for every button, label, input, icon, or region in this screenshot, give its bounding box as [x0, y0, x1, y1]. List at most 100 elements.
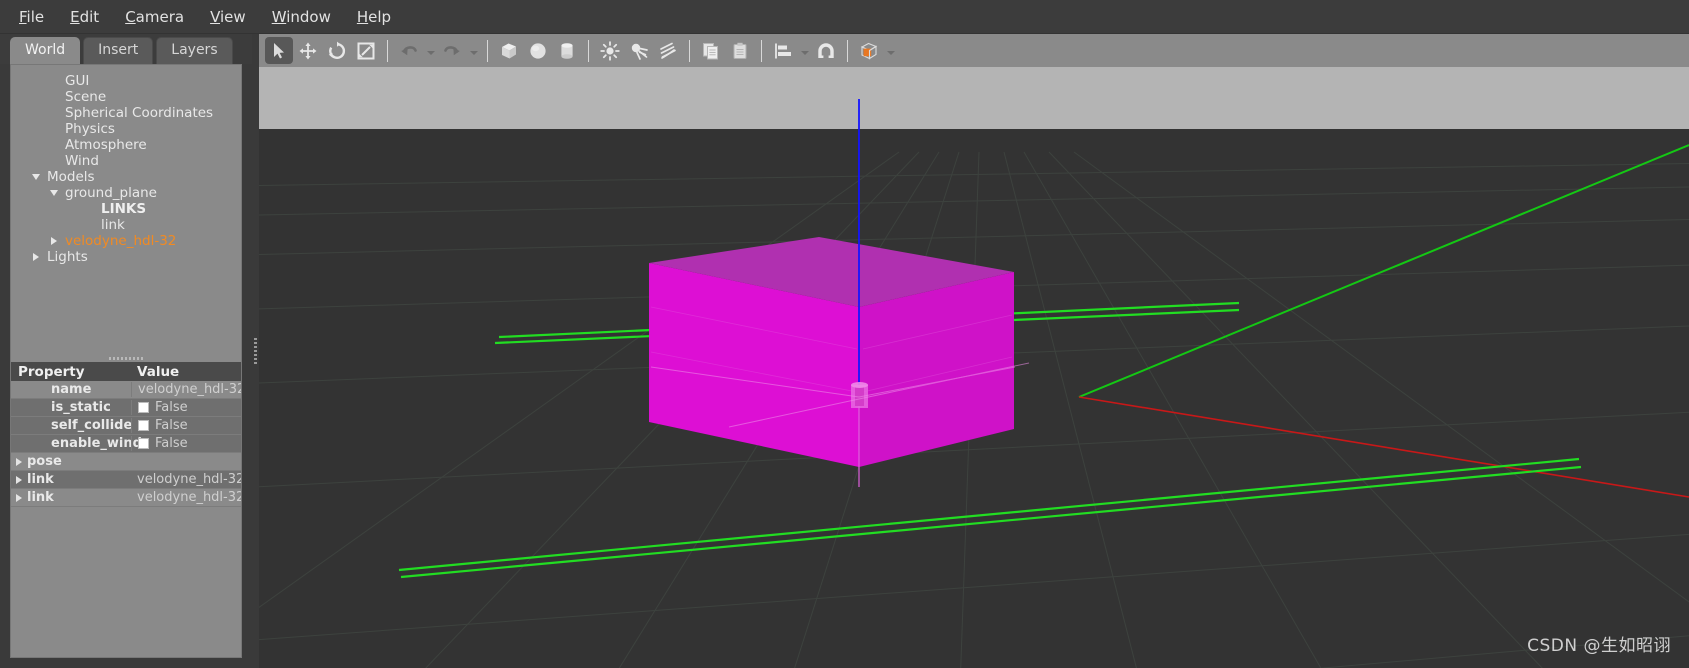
- tree-item-atmosphere[interactable]: Atmosphere: [11, 137, 241, 153]
- property-name: name: [51, 382, 92, 397]
- tree-item-gui[interactable]: GUI: [11, 73, 241, 89]
- property-name-cell: self_collide: [11, 418, 133, 433]
- tree-item-label: Physics: [65, 121, 115, 137]
- tab-layers[interactable]: Layers: [156, 36, 233, 64]
- chevron-right-icon[interactable]: [11, 493, 27, 502]
- property-row-self_collide[interactable]: self_collide False: [11, 417, 241, 435]
- chevron-down-icon[interactable]: [29, 174, 43, 180]
- property-name-cell: is_static: [11, 400, 131, 415]
- redo-dropdown[interactable]: [467, 37, 480, 64]
- view-dropdown[interactable]: [884, 37, 897, 64]
- tree-item-label: Lights: [47, 249, 88, 265]
- tree-item-lights[interactable]: Lights: [11, 249, 241, 265]
- select-mode[interactable]: [265, 37, 293, 64]
- tab-world[interactable]: World: [10, 36, 81, 64]
- copy-button[interactable]: [697, 37, 725, 64]
- render-viewport[interactable]: CSDN @生如昭诩: [259, 67, 1689, 668]
- translate-mode[interactable]: [294, 37, 322, 64]
- property-table-header: Property Value: [11, 362, 241, 381]
- align-button[interactable]: [769, 37, 797, 64]
- property-row-link[interactable]: link velodyne_hdl-32:...: [11, 489, 241, 507]
- tree-item-label: Atmosphere: [65, 137, 147, 153]
- tree-item-velodyne-hdl-32[interactable]: velodyne_hdl-32: [11, 233, 241, 249]
- menu-file[interactable]: File: [6, 4, 57, 30]
- property-row-name[interactable]: name velodyne_hdl-32: [11, 381, 241, 399]
- menu-edit[interactable]: Edit: [57, 4, 112, 30]
- snap-button[interactable]: [812, 37, 840, 64]
- paste-button[interactable]: [726, 37, 754, 64]
- tree-item-wind[interactable]: Wind: [11, 153, 241, 169]
- property-value-cell[interactable]: False: [131, 418, 241, 433]
- property-name-cell: pose: [11, 454, 131, 469]
- property-value-cell[interactable]: False: [131, 436, 241, 451]
- cursor-arrow-icon: [269, 41, 289, 61]
- undo-button[interactable]: [395, 37, 423, 64]
- property-value-text: velodyne_hdl-32:...: [137, 472, 241, 487]
- tree-item-links[interactable]: LINKS: [11, 201, 241, 217]
- align-icon: [773, 41, 793, 61]
- tree-item-label: Scene: [65, 89, 107, 105]
- insert-spot-light[interactable]: [625, 37, 653, 64]
- panel-viewport-splitter[interactable]: [252, 34, 259, 668]
- chevron-right-icon[interactable]: [11, 457, 27, 466]
- property-row-link[interactable]: link velodyne_hdl-32:...: [11, 471, 241, 489]
- tree-item-label: Wind: [65, 153, 99, 169]
- velodyne-sensor-cylinder-icon: [851, 382, 868, 408]
- scale-mode[interactable]: [352, 37, 380, 64]
- property-name: self_collide: [51, 418, 133, 433]
- tree-item-models[interactable]: Models: [11, 169, 241, 185]
- property-value-cell[interactable]: False: [131, 400, 241, 415]
- menu-window[interactable]: Window: [259, 4, 344, 30]
- tree-item-ground-plane[interactable]: ground_plane: [11, 185, 241, 201]
- property-name-cell: enable_wind: [11, 436, 142, 451]
- y-axis-line: [1078, 144, 1689, 398]
- chevron-right-icon[interactable]: [47, 237, 61, 245]
- tree-item-label: Models: [47, 169, 95, 185]
- checkbox-is_static[interactable]: [138, 402, 149, 413]
- menu-help[interactable]: Help: [344, 4, 404, 30]
- property-name-cell: link: [11, 472, 131, 487]
- insert-sphere[interactable]: [524, 37, 552, 64]
- menu-camera[interactable]: Camera: [112, 4, 197, 30]
- chevron-right-icon[interactable]: [29, 253, 43, 261]
- wireframe-cube-icon: [859, 41, 879, 61]
- property-row-enable_wind[interactable]: enable_wind False: [11, 435, 241, 453]
- viewport-area: CSDN @生如昭诩: [259, 34, 1689, 668]
- separator-1: [387, 39, 388, 62]
- rotate-icon: [327, 41, 347, 61]
- tab-insert[interactable]: Insert: [83, 36, 154, 64]
- main-toolbar: [259, 34, 1689, 67]
- tree-item-spherical-coordinates[interactable]: Spherical Coordinates: [11, 105, 241, 121]
- tree-item-label: ground_plane: [65, 185, 157, 201]
- property-name: is_static: [51, 400, 111, 415]
- chevron-right-icon[interactable]: [11, 475, 27, 484]
- menu-view[interactable]: View: [197, 4, 259, 30]
- property-name: link: [27, 490, 54, 505]
- separator-5: [761, 39, 762, 62]
- undo-dropdown[interactable]: [424, 37, 437, 64]
- view-transparency-button[interactable]: [855, 37, 883, 64]
- insert-directional-light[interactable]: [654, 37, 682, 64]
- property-splitter-handle[interactable]: [11, 355, 241, 362]
- property-row-pose[interactable]: pose: [11, 453, 241, 471]
- magnet-snap-icon: [816, 41, 836, 61]
- insert-box[interactable]: [495, 37, 523, 64]
- translate-icon: [298, 41, 318, 61]
- tree-item-scene[interactable]: Scene: [11, 89, 241, 105]
- chevron-down-icon[interactable]: [47, 190, 61, 196]
- tree-item-link[interactable]: link: [11, 217, 241, 233]
- property-row-is_static[interactable]: is_static False: [11, 399, 241, 417]
- insert-cylinder[interactable]: [553, 37, 581, 64]
- tree-item-physics[interactable]: Physics: [11, 121, 241, 137]
- world-panel: World Insert Layers GUI Scene Spherical Co…: [0, 34, 252, 668]
- checkbox-self_collide[interactable]: [138, 420, 149, 431]
- tree-item-label: velodyne_hdl-32: [65, 233, 177, 249]
- separator-2: [487, 39, 488, 62]
- checkbox-enable_wind[interactable]: [138, 438, 149, 449]
- align-dropdown[interactable]: [798, 37, 811, 64]
- redo-button[interactable]: [438, 37, 466, 64]
- x-axis-line: [1078, 396, 1689, 498]
- property-name: enable_wind: [51, 436, 142, 451]
- rotate-mode[interactable]: [323, 37, 351, 64]
- insert-point-light[interactable]: [596, 37, 624, 64]
